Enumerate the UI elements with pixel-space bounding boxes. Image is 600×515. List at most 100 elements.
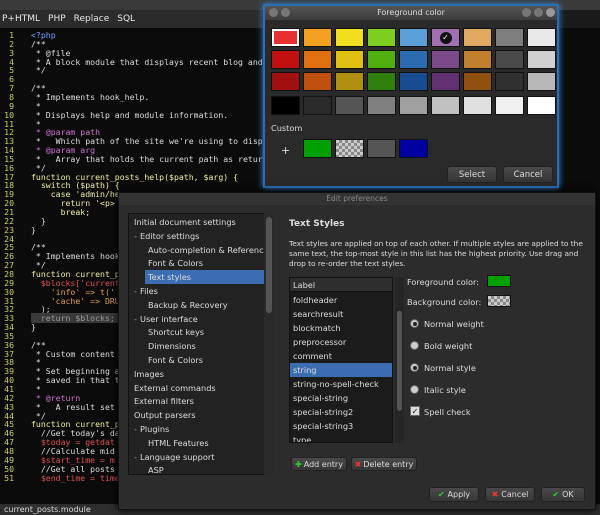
palette-swatch[interactable]	[367, 50, 396, 69]
text-style-item[interactable]: type	[290, 433, 392, 442]
text-style-item[interactable]: special-string	[290, 391, 392, 405]
cancel-button[interactable]: Cancel	[503, 166, 553, 183]
prefs-cancel-button[interactable]: ✖ Cancel	[485, 487, 535, 502]
palette-swatch[interactable]	[463, 50, 492, 69]
custom-color-swatch[interactable]	[335, 139, 364, 158]
palette-swatch[interactable]	[399, 50, 428, 69]
palette-swatch[interactable]	[303, 28, 332, 47]
code-line[interactable]: * A block module that displays recent bl…	[31, 57, 273, 67]
palette-swatch[interactable]	[463, 96, 492, 115]
text-style-item[interactable]: foldheader	[290, 293, 392, 307]
list-header[interactable]: Label	[290, 278, 392, 292]
palette-swatch[interactable]	[303, 50, 332, 69]
code-line[interactable]: }	[31, 225, 36, 235]
select-button[interactable]: Select	[447, 166, 497, 183]
tree-item[interactable]: Font & Colors	[145, 353, 273, 367]
code-line[interactable]: }	[31, 322, 36, 332]
tree-item[interactable]: Backup & Recovery	[145, 298, 273, 312]
palette-swatch[interactable]	[495, 96, 524, 115]
code-line[interactable]: * Custom content	[31, 349, 115, 359]
palette-swatch[interactable]	[527, 28, 556, 47]
palette-swatch[interactable]	[495, 28, 524, 47]
palette-swatch[interactable]	[399, 72, 428, 91]
tree-item[interactable]: Shortcut keys	[145, 325, 273, 339]
palette-swatch[interactable]	[527, 96, 556, 115]
palette-swatch[interactable]	[431, 72, 460, 91]
tree-item[interactable]: Font & Colors	[145, 256, 273, 270]
palette-swatch[interactable]	[399, 96, 428, 115]
tree-item[interactable]: - Plugins	[131, 422, 273, 436]
palette-swatch[interactable]	[367, 28, 396, 47]
palette-swatch[interactable]	[271, 72, 300, 91]
tree-item[interactable]: External commands	[131, 381, 273, 395]
add-custom-color-button[interactable]: +	[281, 144, 290, 157]
delete-entry-button[interactable]: ✖ Delete entry	[351, 457, 417, 471]
list-scroll-thumb[interactable]	[397, 311, 402, 411]
preferences-tree[interactable]: Initial document settings - Editor setting…	[128, 213, 274, 475]
background-color-swatch[interactable]	[487, 295, 511, 307]
code-line[interactable]: * Implements hook_help.	[31, 92, 149, 102]
custom-color-swatch[interactable]	[399, 139, 428, 158]
palette-swatch[interactable]	[463, 72, 492, 91]
tree-item[interactable]: Output parsers	[131, 408, 273, 422]
tree-item[interactable]: Initial document settings	[131, 215, 273, 229]
text-style-item[interactable]: comment	[290, 349, 392, 363]
text-style-item[interactable]: searchresult	[290, 307, 392, 321]
bold-weight-radio[interactable]	[410, 341, 419, 350]
menu-item[interactable]: P+HTML	[2, 14, 40, 24]
list-scrollbar[interactable]	[395, 277, 404, 443]
tree-scrollbar[interactable]	[264, 213, 274, 475]
collapse-icon[interactable]: -	[134, 231, 137, 241]
text-style-item[interactable]: special-string3	[290, 419, 392, 433]
palette-swatch[interactable]: ✓	[431, 28, 460, 47]
code-line[interactable]: * Array that holds the current path as r…	[31, 154, 273, 164]
palette-swatch[interactable]	[271, 50, 300, 69]
palette-swatch[interactable]	[463, 28, 492, 47]
tree-item[interactable]: ASP	[145, 463, 273, 474]
ok-button[interactable]: ✔ OK	[541, 487, 585, 502]
text-style-item[interactable]: special-string2	[290, 405, 392, 419]
tree-item[interactable]: - Language support	[131, 450, 273, 464]
palette-swatch[interactable]	[495, 50, 524, 69]
palette-swatch[interactable]	[495, 72, 524, 91]
palette-swatch[interactable]	[399, 28, 428, 47]
custom-color-swatch[interactable]	[303, 139, 332, 158]
palette-swatch[interactable]	[367, 72, 396, 91]
normal-weight-radio[interactable]	[410, 319, 419, 328]
palette-swatch[interactable]	[527, 72, 556, 91]
collapse-icon[interactable]: -	[134, 424, 137, 434]
collapse-icon[interactable]: -	[134, 286, 137, 296]
text-style-item[interactable]: blockmatch	[290, 321, 392, 335]
tree-item[interactable]: Auto-completion & Reference	[145, 243, 273, 257]
palette-swatch[interactable]	[335, 96, 364, 115]
palette-swatch[interactable]	[431, 50, 460, 69]
palette-swatch[interactable]	[335, 28, 364, 47]
tree-item[interactable]: - User interface	[131, 312, 273, 326]
collapse-icon[interactable]: -	[134, 314, 137, 324]
italic-style-radio[interactable]	[410, 385, 419, 394]
code-line[interactable]: * saved in that ti	[31, 375, 125, 385]
spell-check-checkbox[interactable]: ✓	[410, 406, 420, 416]
palette-swatch[interactable]	[335, 72, 364, 91]
close-icon[interactable]	[546, 8, 555, 17]
code-line[interactable]: */	[31, 65, 46, 75]
palette-swatch[interactable]	[271, 96, 300, 115]
palette-swatch[interactable]	[431, 96, 460, 115]
code-line[interactable]: * Displays help and module information.	[31, 110, 228, 120]
palette-swatch[interactable]	[303, 96, 332, 115]
tree-item[interactable]: Dimensions	[145, 339, 273, 353]
text-style-item[interactable]: string-no-spell-check	[290, 377, 392, 391]
menu-item[interactable]: SQL	[117, 14, 135, 24]
palette-swatch[interactable]	[367, 96, 396, 115]
palette-swatch[interactable]	[271, 28, 300, 47]
palette-swatch[interactable]	[335, 50, 364, 69]
text-style-item[interactable]: string	[290, 363, 392, 377]
window-menu-icon[interactable]	[269, 8, 278, 17]
tree-item[interactable]: - Files	[131, 284, 273, 298]
normal-style-radio[interactable]	[410, 363, 419, 372]
code-line[interactable]: $end_time = time	[31, 473, 120, 483]
apply-button[interactable]: ✔ Apply	[429, 487, 479, 502]
menu-item[interactable]: PHP	[48, 14, 66, 24]
collapse-icon[interactable]: -	[134, 452, 137, 462]
foreground-color-swatch[interactable]	[487, 275, 511, 287]
